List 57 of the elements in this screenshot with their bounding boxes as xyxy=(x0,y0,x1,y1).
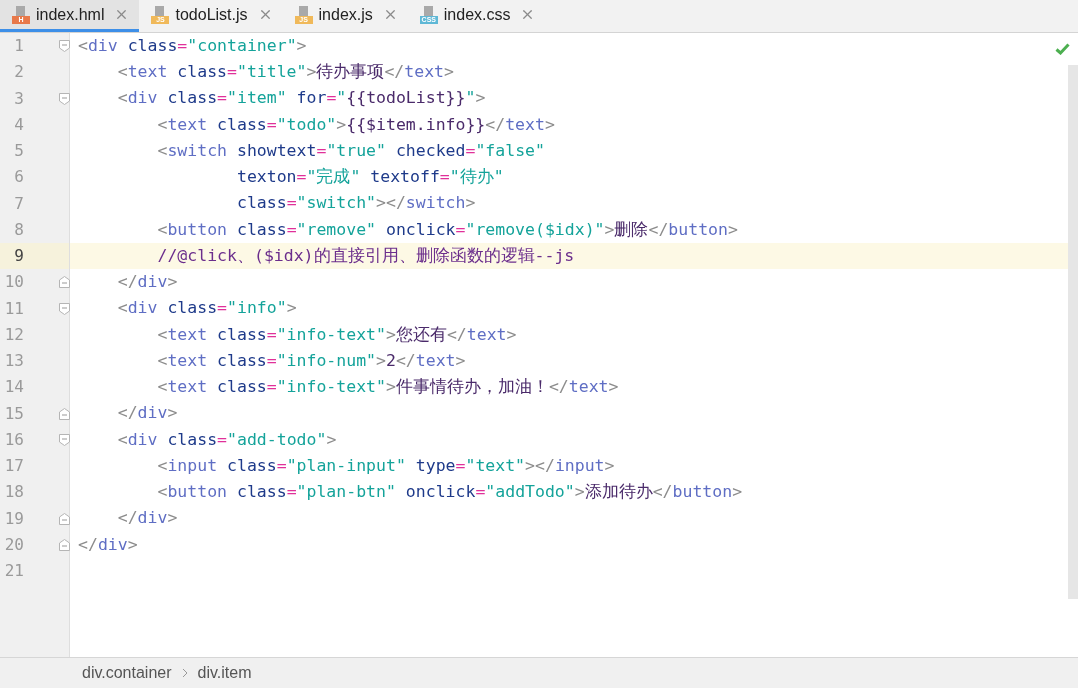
fold-marker-icon[interactable] xyxy=(59,40,70,53)
line-number: 17 xyxy=(3,455,24,478)
code-line: </div> xyxy=(116,402,178,425)
line-number: 6 xyxy=(13,166,24,189)
code-line: </div> xyxy=(116,271,178,293)
breadcrumb-item[interactable]: div.item xyxy=(197,661,252,685)
tab-label: index.css xyxy=(443,4,511,25)
fold-marker-icon[interactable] xyxy=(59,433,70,446)
line-number: 13 xyxy=(3,350,24,373)
code-line: <input class="plan-input" type="text"></input> xyxy=(156,454,615,477)
breadcrumb-item[interactable]: div.container xyxy=(82,661,172,685)
line-number: 14 xyxy=(3,376,24,399)
line-number: 20 xyxy=(3,533,24,556)
code-line: texton="完成" textoff="待办" xyxy=(235,166,504,188)
code-line: </div> xyxy=(116,507,178,530)
tab-label: index.js xyxy=(318,4,373,25)
code-line: <div class="info"> xyxy=(116,297,297,320)
code-line: //@click、($idx)的直接引用、删除函数的逻辑--js xyxy=(156,244,575,267)
code-line: <div class="container"> xyxy=(78,34,307,57)
line-number: 9 xyxy=(13,245,24,268)
line-number: 8 xyxy=(13,218,24,241)
line-number: 19 xyxy=(3,507,24,530)
code-line: <switch showtext="true" checked="false" xyxy=(156,139,545,162)
code-line: <text class="title">待办事项</text> xyxy=(116,61,454,83)
fold-marker-icon[interactable] xyxy=(59,92,70,105)
line-number: 7 xyxy=(13,192,24,215)
tab-label: index.hml xyxy=(36,4,105,25)
scrollbar[interactable] xyxy=(1068,65,1078,599)
code-line: </div> xyxy=(78,533,138,556)
fold-marker-icon[interactable] xyxy=(59,512,70,525)
code-line: <div class="add-todo"> xyxy=(116,428,337,451)
fold-marker-icon[interactable] xyxy=(59,276,70,289)
line-number: 1 xyxy=(13,35,24,58)
code-line: <text class="info-text">您还有</text> xyxy=(156,323,517,346)
chevron-right-icon xyxy=(181,668,188,678)
line-number: 18 xyxy=(3,481,24,504)
code-line: <button class="remove" onclick="remove($idx)">删除</button> xyxy=(156,218,738,241)
line-number: 21 xyxy=(3,560,24,583)
line-number: 5 xyxy=(13,140,24,163)
line-number: 10 xyxy=(3,271,24,294)
fold-marker-icon[interactable] xyxy=(59,407,70,420)
line-number: 11 xyxy=(3,297,24,320)
line-number: 4 xyxy=(13,113,24,136)
code-line: <button class="plan-btn" onclick="addTodo">添加待办</button> xyxy=(156,481,743,503)
line-number: 16 xyxy=(3,428,24,451)
fold-marker-icon[interactable] xyxy=(59,538,70,551)
fold-marker-icon[interactable] xyxy=(59,302,70,315)
line-number: 15 xyxy=(3,402,24,425)
code-line: <text class="info-num">2</text> xyxy=(156,349,466,372)
code-line: class="switch"></switch> xyxy=(235,192,476,215)
code-line: <div class="item" for="{{todoList}}"> xyxy=(116,87,486,110)
tab-label: todoList.js xyxy=(175,4,248,25)
line-number: 2 xyxy=(13,61,24,84)
line-number: 3 xyxy=(13,87,24,110)
code-line: <text class="todo">{{$item.info}}</text> xyxy=(156,113,555,136)
code-line: <text class="info-text">件事情待办，加油！</text> xyxy=(156,376,619,398)
line-number: 12 xyxy=(3,323,24,346)
